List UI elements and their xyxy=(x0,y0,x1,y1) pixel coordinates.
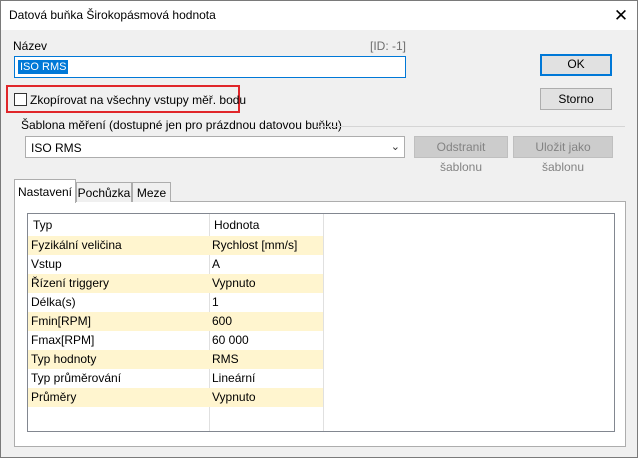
cancel-button[interactable]: Storno xyxy=(540,88,612,110)
row-type-cell: Průměry xyxy=(28,388,209,407)
table-row[interactable]: Typ průměrování Lineární xyxy=(28,369,614,388)
row-value-cell[interactable]: 1 xyxy=(209,293,323,312)
table-row[interactable]: Průměry Vypnuto xyxy=(28,388,614,407)
row-type-cell: Vstup xyxy=(31,257,62,271)
row-type-cell: Fmax[RPM] xyxy=(31,333,95,347)
row-type-cell: Fmin[RPM] xyxy=(28,312,209,331)
ok-button[interactable]: OK xyxy=(540,54,612,76)
title-bar[interactable]: Datová buňka Širokopásmová hodnota ✕ xyxy=(1,1,637,30)
table-row[interactable]: Typ hodnoty RMS xyxy=(28,350,614,369)
table-row[interactable]: Řízení triggery Vypnuto xyxy=(28,274,614,293)
template-group-label: Šablona měření (dostupné jen pro prázdno… xyxy=(21,118,342,132)
row-value-cell[interactable]: Lineární xyxy=(209,369,323,388)
table-row[interactable]: Délka(s) 1 xyxy=(28,293,614,312)
row-value-cell[interactable]: Vypnuto xyxy=(209,274,323,293)
table-row[interactable]: Fyzikální veličina Rychlost [mm/s] xyxy=(28,236,614,255)
id-label: [ID: -1] xyxy=(370,39,407,53)
row-value-cell[interactable]: Vypnuto xyxy=(209,388,323,407)
template-select-value: ISO RMS xyxy=(31,141,82,155)
template-select[interactable]: ISO RMS ⌄ xyxy=(25,136,405,158)
copy-checkbox-label[interactable]: Zkopírovat na všechny vstupy měř. bodu xyxy=(30,93,246,107)
tab-settings[interactable]: Nastavení xyxy=(14,179,76,203)
row-value-cell[interactable]: A xyxy=(209,255,323,274)
save-as-template-button[interactable]: Uložit jako šablonu xyxy=(513,136,613,174)
grid-header: Typ Hodnota xyxy=(28,214,614,236)
tab-limits[interactable]: Meze xyxy=(132,182,171,202)
row-value-cell[interactable]: 600 xyxy=(209,312,323,331)
row-type-cell: Fyzikální veličina xyxy=(28,236,209,255)
row-value-cell[interactable]: Rychlost [mm/s] xyxy=(209,236,323,255)
table-row[interactable]: Fmin[RPM] 600 xyxy=(28,312,614,331)
tab-route[interactable]: Pochůzka xyxy=(76,182,132,202)
row-value-cell[interactable]: 60 000 xyxy=(209,331,323,350)
remove-template-button[interactable]: Odstranit šablonu xyxy=(414,136,508,174)
copy-to-all-inputs-checkbox[interactable] xyxy=(14,93,27,106)
table-row[interactable]: Fmax[RPM] 60 000 xyxy=(28,331,614,350)
chevron-down-icon: ⌄ xyxy=(390,141,400,153)
table-row[interactable]: Vstup A xyxy=(28,255,614,274)
close-icon[interactable]: ✕ xyxy=(605,1,637,30)
row-type-cell: Typ průměrování xyxy=(31,371,122,385)
properties-grid[interactable]: Typ Hodnota Fyzikální veličina Rychlost … xyxy=(27,213,615,432)
window-title: Datová buňka Širokopásmová hodnota xyxy=(9,8,216,22)
name-label: Název xyxy=(13,39,48,53)
name-input[interactable]: ISO RMS xyxy=(14,56,406,78)
row-type-cell: Délka(s) xyxy=(31,295,76,309)
row-type-cell: Typ hodnoty xyxy=(28,350,209,369)
name-input-value: ISO RMS xyxy=(18,60,69,74)
group-divider xyxy=(317,126,625,127)
column-header-type[interactable]: Typ xyxy=(28,214,209,236)
column-header-value[interactable]: Hodnota xyxy=(209,214,323,236)
row-type-cell: Řízení triggery xyxy=(28,274,209,293)
dialog-window: Datová buňka Širokopásmová hodnota ✕ Náz… xyxy=(0,0,638,458)
row-value-cell[interactable]: RMS xyxy=(209,350,323,369)
